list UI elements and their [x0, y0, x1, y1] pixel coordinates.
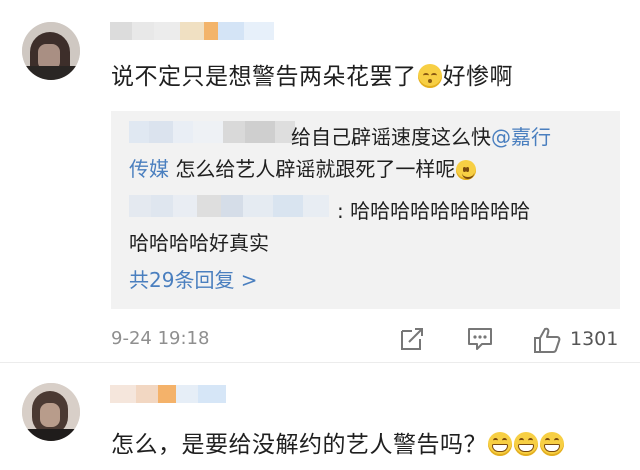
comment-text: 怎么，是要给没解约的艺人警告吗？ — [111, 425, 565, 459]
comment-footer: 9-24 19:18 1301 — [0, 322, 640, 358]
reply-username-blurred[interactable] — [129, 121, 295, 143]
mention-link-cont[interactable]: 传媒 — [129, 157, 169, 181]
comment-text: 说不定只是想警告两朵花罢了 好惨啊 — [111, 64, 513, 90]
reply-text: 给自己辟谣速度这么快@嘉行 — [291, 125, 551, 149]
comment-icon[interactable] — [466, 325, 494, 353]
comment-1: 说不定只是想警告两朵花罢了 好惨啊 — [0, 0, 640, 110]
username-blurred[interactable] — [110, 385, 226, 403]
sleepy-face-icon — [417, 64, 442, 88]
like-icon[interactable] — [532, 325, 562, 355]
mention-link[interactable]: @嘉行 — [491, 125, 551, 149]
grinning-face-icon — [514, 432, 538, 456]
smile-face-icon — [456, 160, 477, 180]
comment-2: 怎么，是要给没解约的艺人警告吗？ — [0, 363, 640, 470]
grinning-face-icon — [540, 432, 564, 456]
reply-text: : 哈哈哈哈哈哈哈哈哈 — [337, 199, 531, 223]
avatar[interactable] — [22, 22, 80, 80]
share-icon[interactable] — [398, 325, 426, 353]
reply-text-cont: 传媒 怎么给艺人辟谣就跟死了一样呢 — [129, 153, 477, 182]
view-all-replies-link[interactable]: 共29条回复 > — [129, 264, 258, 293]
timestamp: 9-24 19:18 — [111, 328, 210, 349]
like-count: 1301 — [570, 328, 619, 350]
reply-text-cont: 哈哈哈哈好真实 — [129, 231, 269, 255]
username-blurred[interactable] — [110, 22, 274, 40]
avatar[interactable] — [22, 383, 80, 441]
grinning-face-icon — [488, 432, 512, 456]
reply-username-blurred[interactable] — [129, 195, 329, 217]
reply-preview-box[interactable]: 给自己辟谣速度这么快@嘉行 传媒 怎么给艺人辟谣就跟死了一样呢 : 哈哈哈哈哈哈… — [111, 111, 620, 309]
